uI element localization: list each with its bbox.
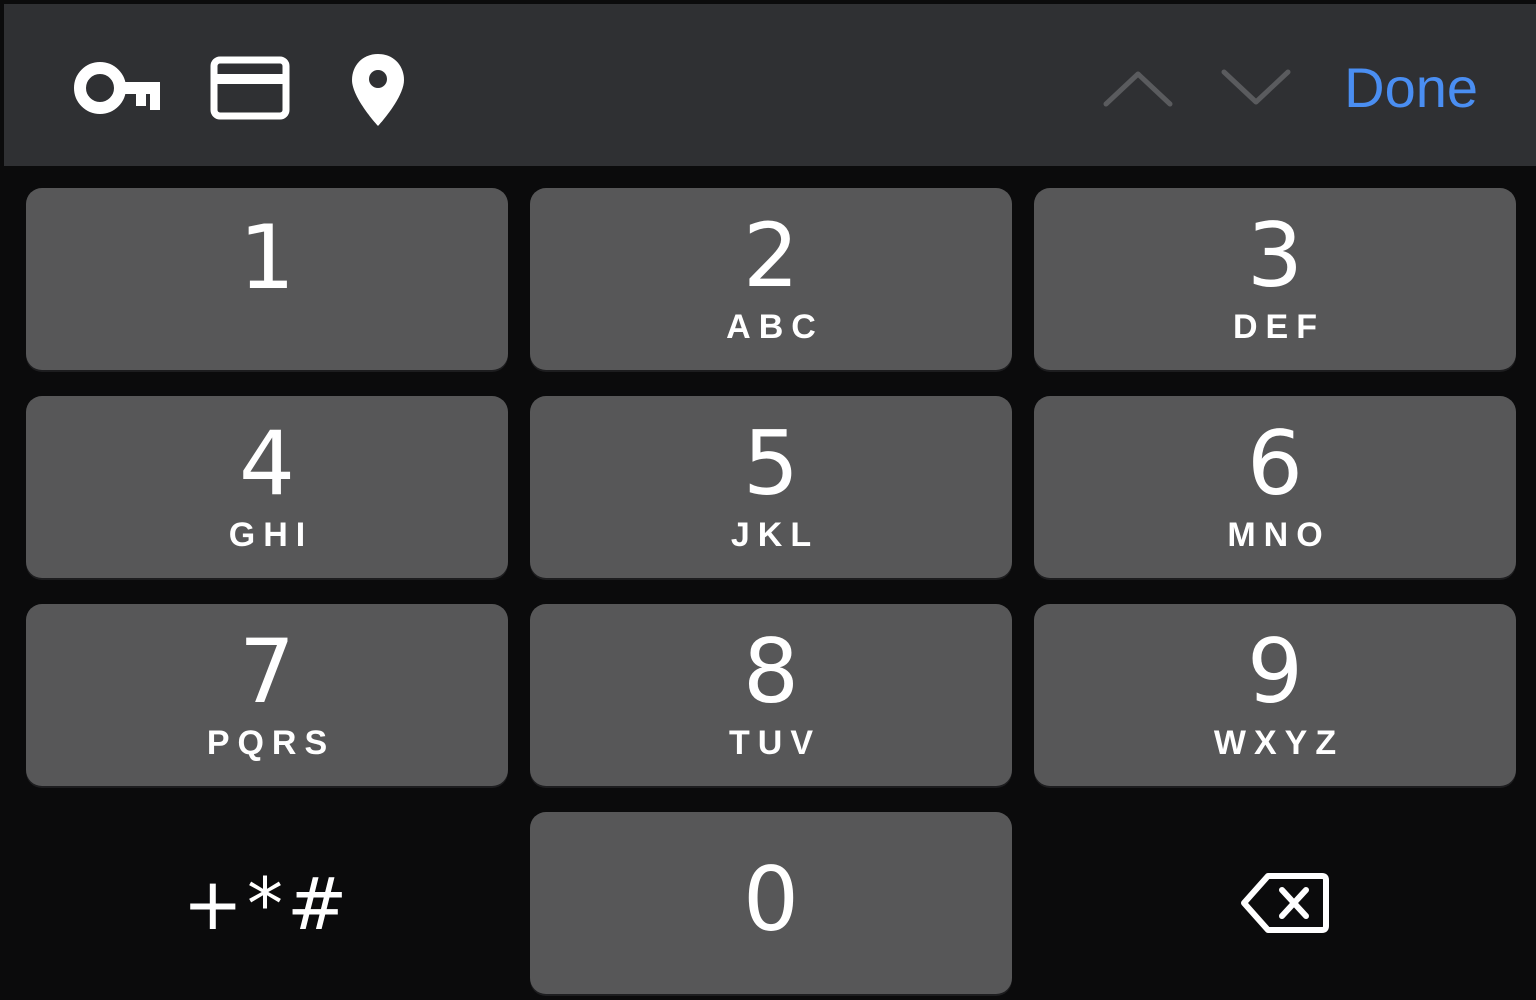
key-digit: 5	[743, 412, 799, 515]
symbols-key[interactable]: +*#	[26, 812, 508, 994]
key-digit: 9	[1247, 620, 1303, 723]
key-letters: MNO	[1227, 516, 1331, 554]
key-letters: TUV	[729, 724, 821, 762]
key-5[interactable]: 5 JKL	[530, 396, 1012, 578]
backspace-icon	[1240, 870, 1330, 941]
key-digit: 1	[239, 206, 295, 309]
key-icon[interactable]	[74, 62, 162, 114]
key-2[interactable]: 2 ABC	[530, 188, 1012, 370]
key-7[interactable]: 7 PQRS	[26, 604, 508, 786]
key-8[interactable]: 8 TUV	[530, 604, 1012, 786]
keyboard-accessory-toolbar: Done	[4, 4, 1536, 166]
chevron-down-icon[interactable]	[1220, 66, 1292, 108]
key-6[interactable]: 6 MNO	[1034, 396, 1516, 578]
key-letters: WXYZ	[1213, 724, 1345, 762]
key-letters: JKL	[730, 516, 820, 554]
key-4[interactable]: 4 GHI	[26, 396, 508, 578]
key-letters: GHI	[228, 516, 314, 554]
key-letters: DEF	[1233, 308, 1325, 346]
key-digit: 7	[239, 620, 295, 723]
key-9[interactable]: 9 WXYZ	[1034, 604, 1516, 786]
key-3[interactable]: 3 DEF	[1034, 188, 1516, 370]
key-digit: 0	[743, 848, 799, 951]
key-0[interactable]: 0	[530, 812, 1012, 994]
phone-keypad-screen: Done 1 2 ABC 3 DEF 4 GHI 5 JKL 6 MNO 7 P…	[0, 0, 1536, 1000]
key-digit: 6	[1247, 412, 1303, 515]
numeric-keypad: 1 2 ABC 3 DEF 4 GHI 5 JKL 6 MNO 7 PQRS 8…	[0, 166, 1536, 1000]
key-digit: 8	[743, 620, 799, 723]
key-digit: 2	[743, 204, 799, 307]
delete-key[interactable]	[1034, 812, 1516, 994]
chevron-up-icon[interactable]	[1102, 66, 1174, 108]
key-letters: PQRS	[206, 724, 336, 762]
location-pin-icon[interactable]	[348, 52, 408, 128]
symbols-label: +*#	[182, 862, 352, 946]
key-1[interactable]: 1	[26, 188, 508, 370]
credit-card-icon[interactable]	[210, 56, 290, 120]
key-letters: ABC	[726, 308, 824, 346]
done-button[interactable]: Done	[1344, 52, 1478, 124]
key-digit: 3	[1247, 204, 1303, 307]
key-digit: 4	[239, 412, 295, 515]
